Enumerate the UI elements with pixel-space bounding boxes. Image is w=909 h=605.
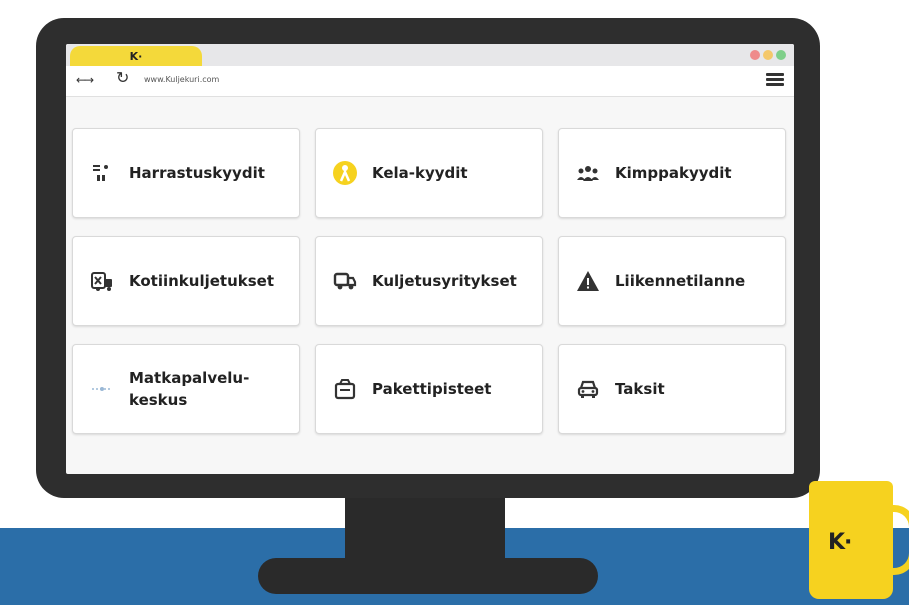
close-window-icon[interactable] [750, 50, 760, 60]
tile-label-line1: Matkapalvelu- [129, 369, 250, 387]
url-field[interactable]: www.Kuljekuri.com [144, 75, 219, 84]
tile-label: Taksit [615, 379, 665, 398]
tile-label: Kotiinkuljetukset [129, 271, 275, 290]
tile-label: Harrastuskyydit [129, 163, 265, 182]
window-controls [750, 50, 786, 60]
address-bar: ←→ ↻ www.Kuljekuri.com [66, 66, 794, 97]
tile-kotiinkuljetukset[interactable]: Kotiinkuljetukset [72, 236, 300, 326]
minimize-window-icon[interactable] [763, 50, 773, 60]
monitor-stand-base [258, 558, 598, 594]
tab-bar: K· [66, 44, 794, 66]
tile-label: Pakettipisteet [372, 379, 492, 398]
browser-tab[interactable]: K· [70, 46, 202, 66]
warning-icon [575, 268, 601, 294]
tile-label: Liikennetilanne [615, 271, 746, 290]
reload-icon[interactable]: ↻ [116, 68, 129, 87]
tile-kimppakyydit[interactable]: Kimppakyydit [558, 128, 786, 218]
maximize-window-icon[interactable] [776, 50, 786, 60]
carpool-icon [575, 160, 601, 186]
tile-kela-kyydit[interactable]: Kela-kyydit [315, 128, 543, 218]
tile-label-line2: keskus [129, 391, 188, 409]
package-icon [332, 376, 358, 402]
monitor-stand-neck [345, 498, 505, 560]
hobby-icon [89, 160, 115, 186]
hamburger-menu-icon[interactable] [766, 73, 784, 88]
tile-harrastuskyydit[interactable]: Harrastuskyydit [72, 128, 300, 218]
tile-matkapalvelukeskus[interactable]: Matkapalvelu- keskus [72, 344, 300, 434]
home-delivery-icon [89, 268, 115, 294]
kela-icon [332, 160, 358, 186]
truck-icon [332, 268, 358, 294]
tile-liikennetilanne[interactable]: Liikennetilanne [558, 236, 786, 326]
tile-pakettipisteet[interactable]: Pakettipisteet [315, 344, 543, 434]
mug-logo-icon: K· [828, 530, 852, 555]
tile-taksit[interactable]: Taksit [558, 344, 786, 434]
taxi-icon [575, 376, 601, 402]
tile-kuljetusyritykset[interactable]: Kuljetusyritykset [315, 236, 543, 326]
travel-service-icon [89, 376, 115, 402]
site-logo-icon: K· [129, 49, 143, 63]
tile-label: Kela-kyydit [372, 163, 468, 182]
browser-window: K· ←→ ↻ www.Kuljekuri.com Harrastuskyydi… [66, 44, 794, 474]
tile-label: Kuljetusyritykset [372, 271, 517, 290]
back-forward-icon[interactable]: ←→ [76, 73, 94, 87]
tile-label: Kimppakyydit [615, 163, 732, 182]
